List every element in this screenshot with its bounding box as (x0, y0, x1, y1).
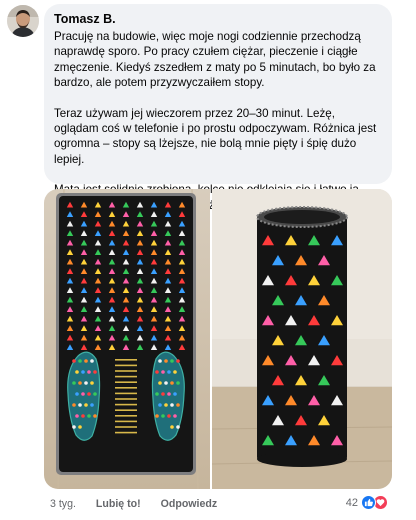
reaction-count: 42 (345, 496, 358, 509)
comment-paragraph: Pracuję na budowie, więc moje nogi codzi… (54, 30, 376, 90)
massage-mat-rolled-photo[interactable] (212, 189, 392, 489)
like-icon (361, 495, 376, 510)
timestamp[interactable]: 3 tyg. (50, 498, 76, 510)
reply-button[interactable]: Odpowiedz (161, 498, 218, 510)
comment-paragraph: Teraz używam jej wieczorem przez 20–30 m… (54, 106, 377, 166)
comment: Tomasz B. Pracuję na budowie, więc moje … (0, 0, 416, 520)
comment-actions: 3 tyg. Lubię to! Odpowiedz (44, 496, 237, 512)
photo-attachments (44, 189, 392, 489)
massage-mat-flat-photo[interactable] (44, 189, 210, 489)
avatar[interactable] (7, 5, 39, 37)
like-button[interactable]: Lubię to! (96, 498, 141, 510)
author-name[interactable]: Tomasz B. (54, 12, 382, 27)
comment-bubble: Tomasz B. Pracuję na budowie, więc moje … (44, 4, 392, 212)
reaction-summary[interactable]: 42 (346, 495, 388, 510)
